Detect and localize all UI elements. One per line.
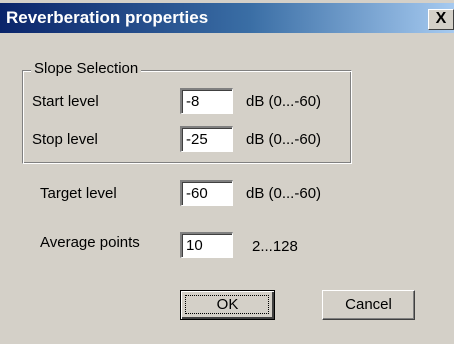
stop-level-unit: dB (0...-60) xyxy=(246,131,322,148)
ok-button[interactable]: OK xyxy=(180,290,275,320)
average-points-field[interactable]: 10 xyxy=(180,232,233,258)
window-title: Reverberation properties xyxy=(6,8,209,27)
reverberation-properties-dialog: Reverberation properties X Slope Selecti… xyxy=(0,0,454,344)
stop-level-label: Stop level xyxy=(32,131,98,148)
start-level-unit: dB (0...-60) xyxy=(246,93,322,110)
start-level-label: Start level xyxy=(32,93,99,110)
close-button[interactable]: X xyxy=(428,9,454,30)
ok-button-label: OK xyxy=(216,296,239,313)
title-bar[interactable]: Reverberation properties X xyxy=(0,3,454,33)
target-level-label: Target level xyxy=(40,185,117,202)
stop-level-field[interactable]: -25 xyxy=(180,126,233,152)
target-level-field[interactable]: -60 xyxy=(180,180,233,206)
average-points-range: 2...128 xyxy=(252,238,298,255)
average-points-label: Average points xyxy=(40,234,140,251)
slope-selection-legend: Slope Selection xyxy=(31,60,142,77)
close-icon: X xyxy=(435,10,447,27)
target-level-unit: dB (0...-60) xyxy=(246,185,322,202)
cancel-button[interactable]: Cancel xyxy=(322,290,415,320)
start-level-field[interactable]: -8 xyxy=(180,88,233,114)
cancel-button-label: Cancel xyxy=(345,296,392,313)
